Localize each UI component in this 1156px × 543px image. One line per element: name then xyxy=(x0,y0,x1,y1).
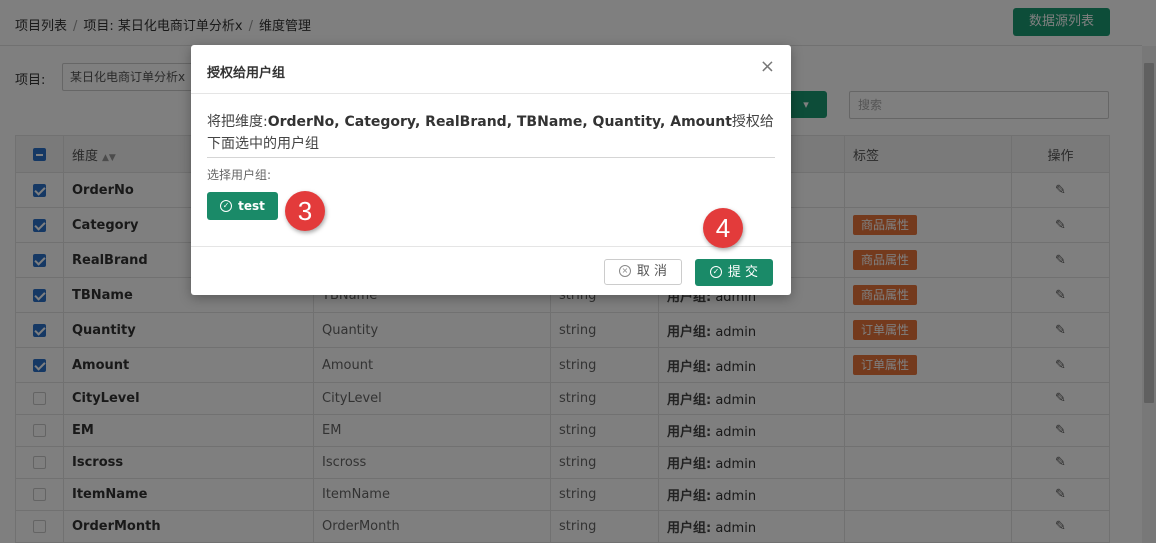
message-dimensions: OrderNo, Category, RealBrand, TBName, Qu… xyxy=(267,114,732,130)
submit-label: 提 交 xyxy=(727,265,759,280)
submit-button[interactable]: ✓ 提 交 xyxy=(695,259,773,286)
select-group-label: 选择用户组: xyxy=(207,168,272,182)
cancel-label: 取 消 xyxy=(636,264,668,279)
cancel-button[interactable]: × 取 消 xyxy=(604,259,682,285)
message-prefix: 将把维度: xyxy=(207,114,268,130)
close-icon[interactable]: × xyxy=(760,57,775,77)
dialog-footer: × 取 消 ✓ 提 交 xyxy=(191,246,791,295)
dialog-header: 授权给用户组 × xyxy=(191,45,791,94)
group-test-label: test xyxy=(238,199,265,213)
divider xyxy=(207,157,775,158)
check-circle-icon: ✓ xyxy=(709,265,722,278)
check-circle-icon: ✓ xyxy=(220,199,233,212)
step-marker-4: 4 xyxy=(703,208,743,248)
step-marker-3: 3 xyxy=(285,191,325,231)
group-test-button[interactable]: ✓ test xyxy=(207,192,278,220)
dialog-title: 授权给用户组 xyxy=(207,66,286,81)
dialog-message: 将把维度:OrderNo, Category, RealBrand, TBNam… xyxy=(207,111,775,155)
cancel-circle-icon: × xyxy=(618,264,631,277)
authorize-dialog: 授权给用户组 × 将把维度:OrderNo, Category, RealBra… xyxy=(191,45,791,295)
